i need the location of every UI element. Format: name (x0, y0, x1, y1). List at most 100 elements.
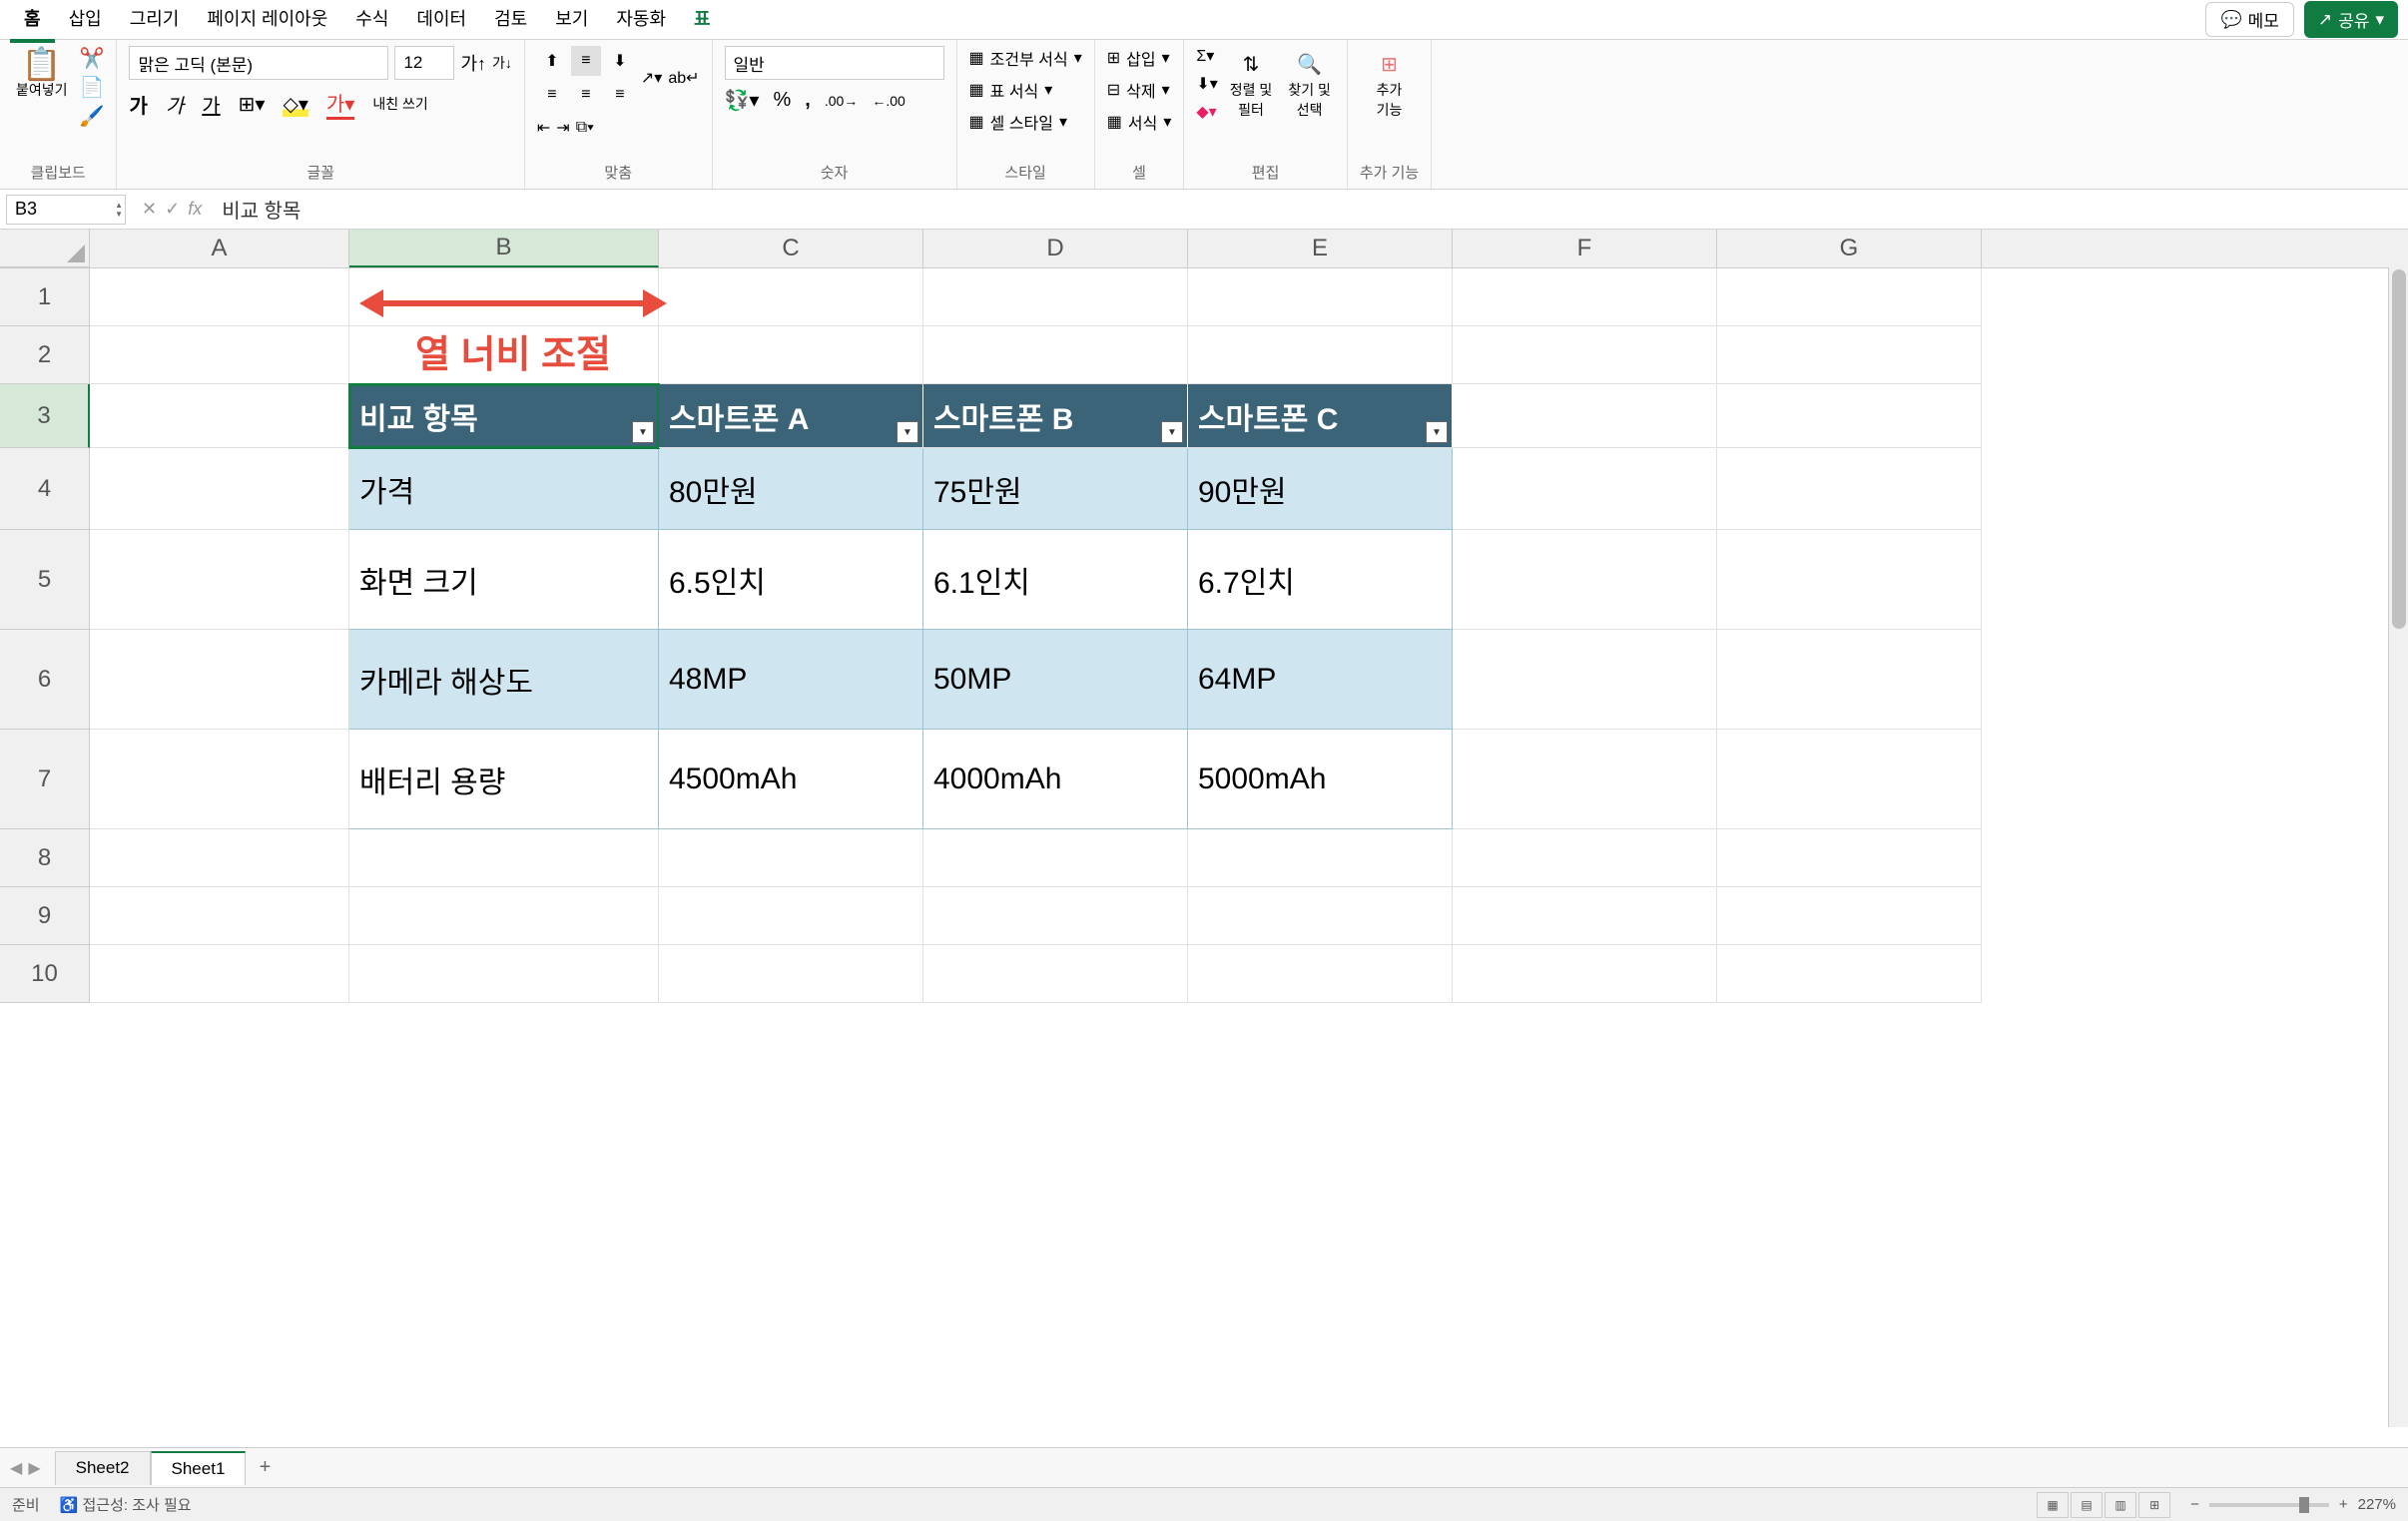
cell-C8[interactable] (659, 829, 923, 887)
vertical-scrollbar[interactable] (2388, 267, 2408, 1427)
copy-icon[interactable]: 📄 (80, 75, 105, 100)
menu-tab-데이터[interactable]: 데이터 (402, 0, 480, 43)
underline-button[interactable]: 가 (202, 90, 220, 119)
sheet-prev-icon[interactable]: ◀ (10, 1458, 22, 1478)
memo-button[interactable]: 💬 메모 (2205, 2, 2293, 37)
filter-button[interactable]: ▼ (897, 421, 918, 443)
font-size-select[interactable] (394, 46, 454, 80)
sheet-tab-Sheet1[interactable]: Sheet1 (151, 1451, 247, 1485)
cell-D2[interactable] (923, 326, 1188, 384)
sort-filter-button[interactable]: ⇅ 정렬 및 필터 (1226, 46, 1277, 124)
cell-C10[interactable] (659, 945, 923, 1003)
custom-view-button[interactable]: ⊞ (2138, 1492, 2170, 1518)
column-header-B[interactable]: B (349, 230, 659, 267)
cell-G6[interactable] (1717, 630, 1982, 730)
bold-button[interactable]: 가 (129, 90, 147, 119)
decrease-decimal-icon[interactable]: ←.00 (872, 93, 904, 109)
cell-C5[interactable]: 6.5인치 (659, 530, 923, 630)
cell-D4[interactable]: 75만원 (923, 448, 1188, 530)
delete-cells-button[interactable]: ⊟삭제▾ (1107, 78, 1170, 102)
cell-E6[interactable]: 64MP (1188, 630, 1453, 730)
filter-button[interactable]: ▼ (632, 421, 654, 443)
cell-A1[interactable] (90, 268, 349, 326)
row-header-10[interactable]: 10 (0, 945, 90, 1003)
cell-G7[interactable] (1717, 730, 1982, 829)
cell-F5[interactable] (1453, 530, 1717, 630)
cell-A5[interactable] (90, 530, 349, 630)
cell-C7[interactable]: 4500mAh (659, 730, 923, 829)
wrap-text-icon[interactable]: ab↵ (668, 68, 699, 88)
fill-color-button[interactable]: ◇▾ (283, 92, 307, 117)
cell-E7[interactable]: 5000mAh (1188, 730, 1453, 829)
column-header-E[interactable]: E (1188, 230, 1453, 267)
filter-button[interactable]: ▼ (1426, 421, 1448, 443)
menu-tab-자동화[interactable]: 자동화 (602, 0, 680, 43)
cell-E1[interactable] (1188, 268, 1453, 326)
cell-G8[interactable] (1717, 829, 1982, 887)
increase-decimal-icon[interactable]: .00→ (825, 93, 858, 109)
zoom-level[interactable]: 227% (2358, 1496, 2396, 1513)
cell-F6[interactable] (1453, 630, 1717, 730)
cut-icon[interactable]: ✂️ (80, 46, 105, 71)
cell-E4[interactable]: 90만원 (1188, 448, 1453, 530)
sheet-next-icon[interactable]: ▶ (28, 1458, 40, 1478)
menu-tab-그리기[interactable]: 그리기 (116, 0, 194, 43)
cell-B3[interactable]: 비교 항목▼ (349, 384, 659, 448)
cell-D6[interactable]: 50MP (923, 630, 1188, 730)
accessibility-status[interactable]: ♿ 접근성: 조사 필요 (60, 1494, 192, 1515)
cell-D3[interactable]: 스마트폰 B▼ (923, 384, 1188, 448)
add-sheet-button[interactable]: + (250, 1453, 280, 1483)
menu-tab-수식[interactable]: 수식 (341, 0, 402, 43)
row-header-3[interactable]: 3 (0, 384, 90, 448)
orientation-icon[interactable]: ↗▾ (641, 68, 662, 88)
cell-A7[interactable] (90, 730, 349, 829)
comma-icon[interactable]: , (805, 89, 811, 112)
name-box[interactable]: B3 ▲▼ (6, 195, 126, 225)
cell-F8[interactable] (1453, 829, 1717, 887)
zoom-control[interactable]: − + 227% (2190, 1496, 2396, 1513)
zoom-in-icon[interactable]: + (2339, 1496, 2348, 1513)
align-bottom-icon[interactable]: ⬇ (605, 46, 635, 76)
cell-D7[interactable]: 4000mAh (923, 730, 1188, 829)
cell-E8[interactable] (1188, 829, 1453, 887)
format-cells-button[interactable]: ▦서식▾ (1107, 110, 1172, 134)
font-name-select[interactable] (129, 46, 388, 80)
font-color-button[interactable]: 가▾ (326, 88, 354, 120)
column-header-A[interactable]: A (90, 230, 349, 267)
cell-F9[interactable] (1453, 887, 1717, 945)
normal-view-button[interactable]: ▦ (2037, 1492, 2069, 1518)
decrease-font-icon[interactable]: 가↓ (492, 53, 512, 73)
align-top-icon[interactable]: ⬆ (537, 46, 567, 76)
fill-icon[interactable]: ⬇▾ (1196, 74, 1217, 94)
cell-G1[interactable] (1717, 268, 1982, 326)
cell-G9[interactable] (1717, 887, 1982, 945)
cell-G4[interactable] (1717, 448, 1982, 530)
cell-C1[interactable] (659, 268, 923, 326)
cell-G3[interactable] (1717, 384, 1982, 448)
percent-icon[interactable]: % (773, 89, 791, 112)
page-break-view-button[interactable]: ▥ (2105, 1492, 2136, 1518)
row-header-4[interactable]: 4 (0, 448, 90, 530)
cell-styles-button[interactable]: ▦셀 스타일▾ (969, 110, 1067, 134)
menu-tab-표[interactable]: 표 (680, 0, 725, 43)
cell-A2[interactable] (90, 326, 349, 384)
row-header-6[interactable]: 6 (0, 630, 90, 730)
cell-F7[interactable] (1453, 730, 1717, 829)
cell-A8[interactable] (90, 829, 349, 887)
menu-tab-보기[interactable]: 보기 (541, 0, 602, 43)
row-header-1[interactable]: 1 (0, 268, 90, 326)
merge-icon[interactable]: ⧉▾ (576, 119, 594, 137)
select-all-corner[interactable] (0, 230, 90, 267)
column-header-D[interactable]: D (923, 230, 1188, 267)
cell-F2[interactable] (1453, 326, 1717, 384)
row-header-2[interactable]: 2 (0, 326, 90, 384)
cell-D1[interactable] (923, 268, 1188, 326)
cancel-icon[interactable]: ✕ (142, 199, 157, 220)
confirm-icon[interactable]: ✓ (165, 199, 180, 220)
insert-cells-button[interactable]: ⊞삽입▾ (1107, 46, 1170, 70)
share-button[interactable]: ↗ 공유 ▾ (2304, 1, 2398, 38)
cell-D8[interactable] (923, 829, 1188, 887)
cell-B6[interactable]: 카메라 해상도 (349, 630, 659, 730)
cell-F10[interactable] (1453, 945, 1717, 1003)
cell-C4[interactable]: 80만원 (659, 448, 923, 530)
